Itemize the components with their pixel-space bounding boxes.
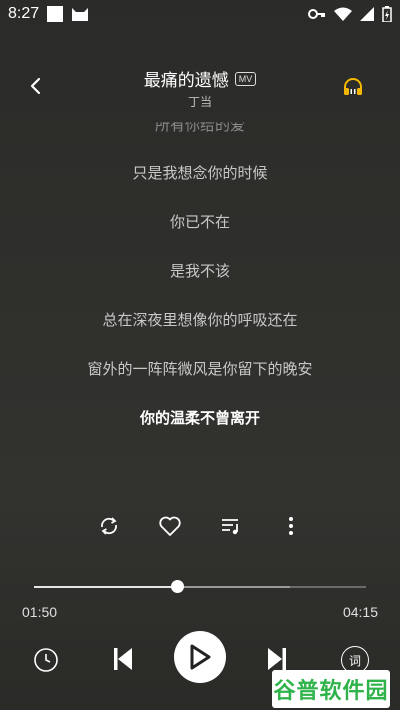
repeat-button[interactable] [95, 512, 123, 540]
repeat-icon [101, 517, 117, 535]
lyric-line: 所有你给的爱 [154, 116, 245, 134]
lyric-line: 窗外的一阵阵微风是你留下的晚安 [87, 360, 313, 378]
key-icon [308, 9, 325, 19]
song-title: 最痛的遗憾 [143, 71, 229, 91]
play-button[interactable] [174, 631, 226, 683]
status-icons [308, 6, 392, 22]
status-time: 8:27 [8, 5, 40, 22]
progress-fill [34, 586, 177, 588]
heart-icon [159, 516, 181, 536]
play-icon [190, 644, 211, 670]
headphone-icon [344, 78, 362, 95]
progress-bar[interactable] [34, 580, 366, 593]
previous-button[interactable] [110, 645, 136, 673]
cat-icon [72, 8, 89, 21]
current-time: 01:50 [22, 604, 58, 620]
playlist-icon [222, 519, 238, 535]
mv-badge[interactable]: MV [234, 71, 257, 86]
more-button[interactable] [277, 512, 305, 540]
clock-icon [34, 648, 58, 672]
next-button[interactable] [264, 645, 290, 673]
progress-thumb[interactable] [170, 580, 184, 593]
skip-previous-icon [114, 648, 132, 670]
notification-icon [47, 6, 64, 22]
battery-icon [382, 6, 392, 22]
lyric-line: 你已不在 [169, 213, 230, 231]
timer-button[interactable] [32, 646, 60, 674]
headphone-button[interactable] [342, 76, 366, 100]
action-row [0, 508, 400, 544]
more-vertical-icon [289, 517, 293, 535]
lyrics-panel[interactable]: 所有你给的爱 只是我想念你的时候 你已不在 是我不该 总在深夜里想像你的呼吸还在… [0, 112, 400, 442]
wifi-icon [334, 7, 352, 21]
total-time: 04:15 [342, 604, 378, 620]
lyric-icon: 词 [348, 653, 361, 668]
skip-next-icon [268, 648, 286, 670]
watermark: 谷普软件园 [272, 670, 390, 708]
lyric-line: 只是我想念你的时候 [132, 164, 268, 182]
playlist-button[interactable] [217, 512, 245, 540]
lyric-line: 总在深夜里想像你的呼吸还在 [102, 311, 298, 329]
status-bar: 8:27 [0, 0, 400, 28]
current-lyric-line: 你的温柔不曾离开 [139, 409, 260, 427]
like-button[interactable] [156, 512, 184, 540]
lyric-line: 是我不该 [169, 262, 230, 280]
signal-icon [360, 7, 374, 21]
title-row: 最痛的遗憾 MV [0, 66, 400, 91]
artist-name[interactable]: 丁当 [0, 93, 400, 110]
player-header: 最痛的遗憾 MV 丁当 [0, 56, 400, 116]
